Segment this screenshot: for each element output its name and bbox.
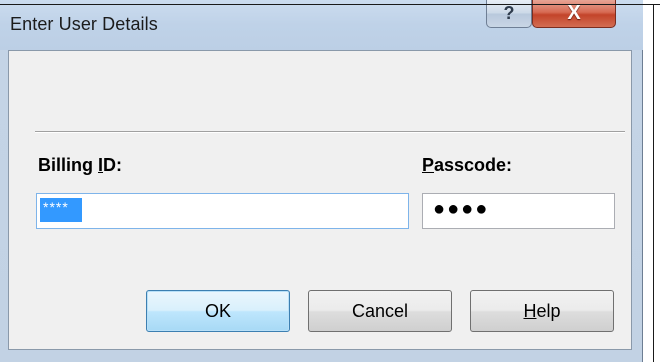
- billing-id-label-suffix: D:: [103, 155, 123, 175]
- ok-button[interactable]: OK: [146, 290, 290, 332]
- passcode-masked-value: ●●●●: [433, 198, 490, 220]
- dialog-client-area: Billing ID: **** Passcode: ●●●● OK Cance…: [8, 50, 632, 350]
- dialog-title: Enter User Details: [10, 14, 158, 34]
- ok-button-label: OK: [204, 300, 231, 321]
- screen: . Enter User Details ? X Billing ID: ***…: [0, 0, 660, 362]
- help-button[interactable]: Help: [470, 290, 614, 332]
- title-bar[interactable]: Enter User Details ? X: [0, 0, 643, 50]
- cancel-button[interactable]: Cancel: [308, 290, 452, 332]
- page-border-right: [653, 4, 654, 362]
- page-border-top: [0, 4, 660, 5]
- enter-user-details-dialog: Enter User Details ? X Billing ID: **** …: [0, 0, 643, 362]
- passcode-label-mnemonic: P: [422, 155, 435, 175]
- passcode-label-suffix: asscode:: [434, 155, 513, 175]
- billing-id-label-prefix: Billing: [38, 155, 98, 175]
- billing-id-field[interactable]: ****: [36, 193, 409, 229]
- passcode-label: Passcode:: [422, 155, 512, 176]
- help-button-mnemonic: H: [523, 300, 537, 321]
- help-icon: ?: [503, 3, 515, 23]
- cancel-button-label: Cancel: [351, 300, 409, 321]
- passcode-field[interactable]: ●●●●: [422, 193, 615, 229]
- help-button-label-suffix: elp: [536, 300, 561, 321]
- billing-id-label: Billing ID:: [38, 155, 122, 176]
- billing-id-selected-text: ****: [40, 198, 82, 222]
- close-icon: X: [567, 2, 581, 24]
- separator-line: [35, 131, 625, 133]
